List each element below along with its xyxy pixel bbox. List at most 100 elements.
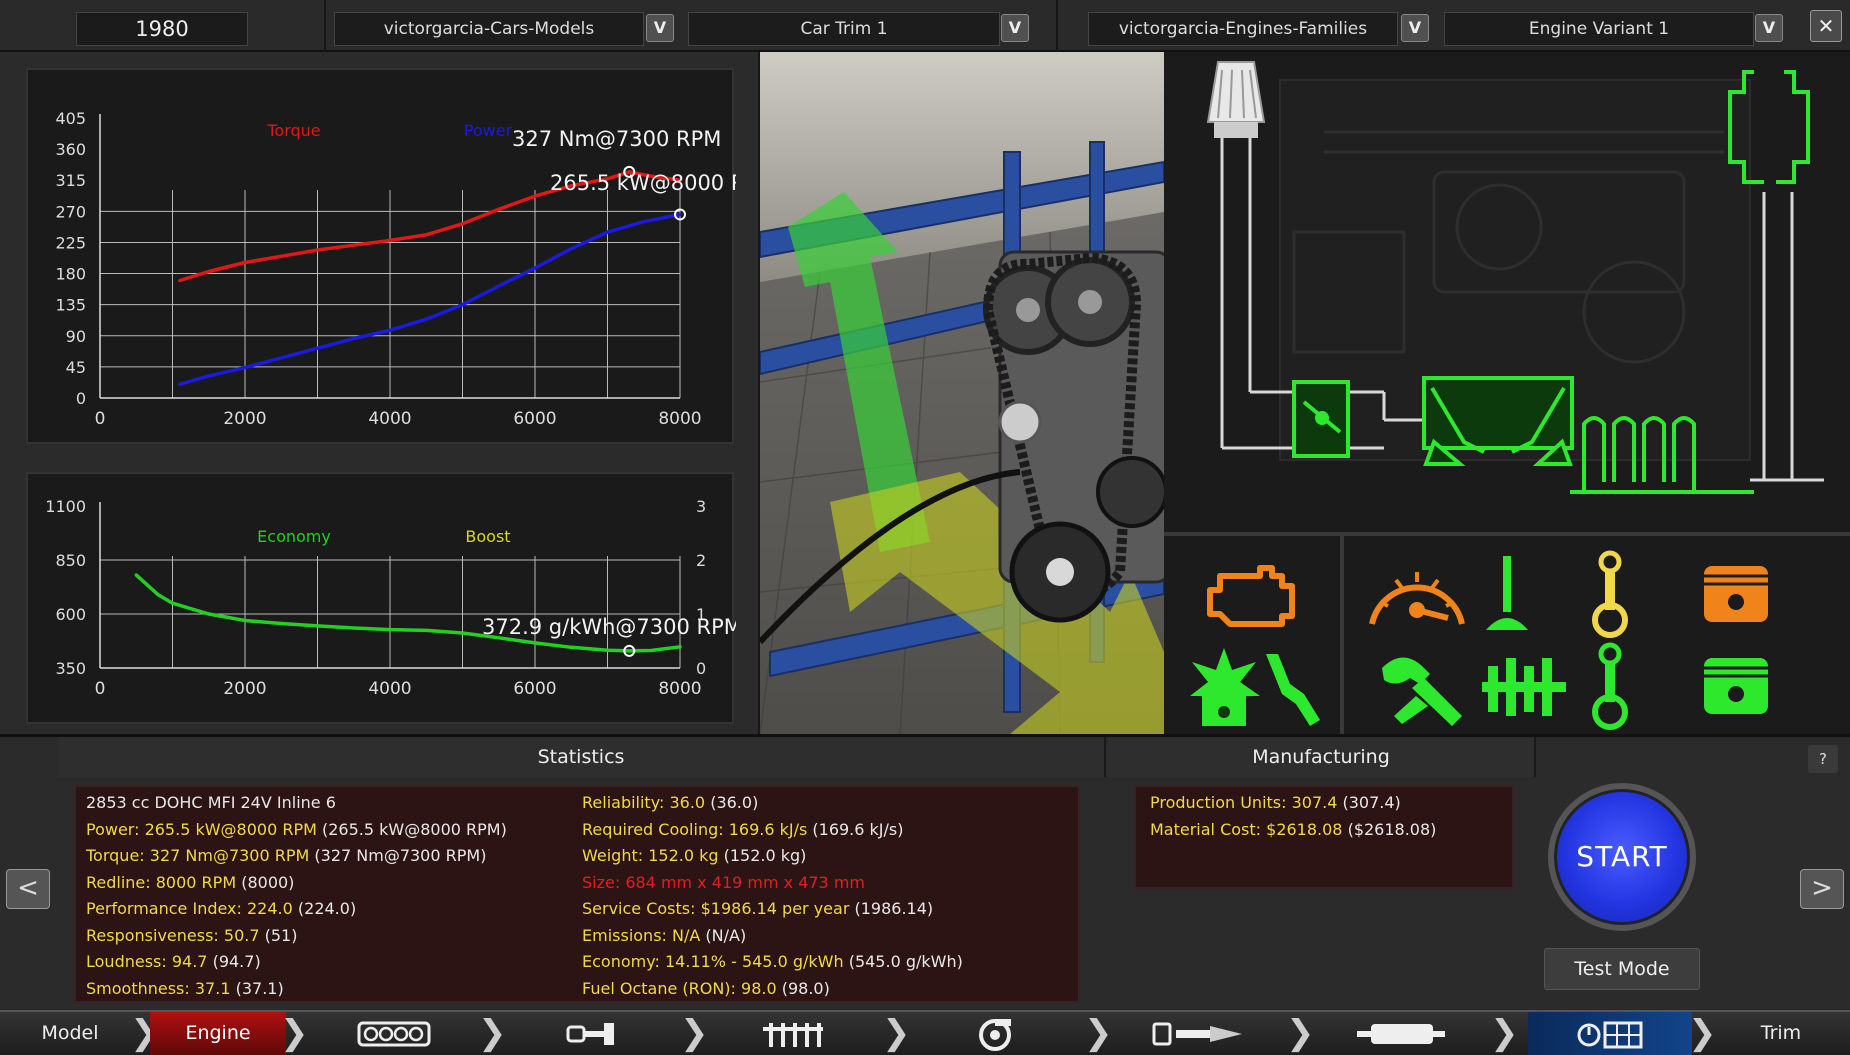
- air-filter-icon: [1206, 61, 1266, 138]
- manufacturing-row: Material Cost: $2618.08 ($2618.08): [1150, 820, 1436, 839]
- stat-right-previous-value: (152.0 kg): [718, 846, 807, 865]
- torque-power-chart: 0 2000 4000 6000 8000 0 45 90 135 180 225 270 315 360…: [26, 68, 736, 444]
- stat-left-previous-value: (224.0): [292, 899, 357, 918]
- cylinder-head-icon[interactable]: [1184, 646, 1264, 730]
- chevron-right-icon: ❯: [680, 1013, 709, 1053]
- stat-left-row: Smoothness: 37.1 (37.1): [86, 979, 284, 998]
- stat-right-previous-value: (545.0 g/kWh): [843, 952, 963, 971]
- nav-aspiration[interactable]: [922, 1012, 1068, 1055]
- tools-icon[interactable]: [1372, 648, 1468, 728]
- chevron-right-icon: ❯: [1084, 1013, 1113, 1053]
- x-tick-label: 0: [95, 679, 106, 699]
- stat-left-row: 2853 cc DOHC MFI 24V Inline 6: [86, 793, 336, 812]
- economy-boost-chart-svg: 0 2000 4000 6000 800035060085011000123Econom…: [45, 497, 736, 699]
- nav-exhaust[interactable]: [1326, 1012, 1476, 1055]
- y-tick-label: 180: [55, 265, 86, 284]
- y-tick-label: 600: [55, 605, 86, 624]
- engine-block-icon: [357, 1021, 431, 1047]
- stat-left-previous-value: (94.7): [207, 952, 261, 971]
- next-page-button[interactable]: >: [1800, 869, 1844, 909]
- manufacturing-row: Production Units: 307.4 (307.4): [1150, 793, 1401, 812]
- nav-bottom-end[interactable]: [520, 1012, 664, 1055]
- y2-tick-label: 2: [696, 551, 706, 570]
- engine-family-select[interactable]: victorgarcia-Engines-Families: [1088, 12, 1398, 46]
- chevron-right-icon: ❯: [1688, 1013, 1717, 1053]
- chevron-right-icon: ❯: [1286, 1013, 1315, 1053]
- legend-label: Torque: [266, 121, 320, 140]
- y-tick-label: 350: [55, 659, 86, 678]
- stat-left-row: Torque: 327 Nm@7300 RPM (327 Nm@7300 RPM…: [86, 846, 486, 865]
- crankshaft-icon: [566, 1023, 614, 1045]
- chevron-right-icon: ❯: [1490, 1013, 1519, 1053]
- car-trim-select[interactable]: Car Trim 1: [688, 12, 1000, 46]
- y-tick-label: 850: [55, 551, 86, 570]
- y-tick-label: 360: [55, 140, 86, 159]
- engine-variant-dropdown-button[interactable]: V: [1755, 14, 1783, 42]
- manufacturing-list: Production Units: 307.4 (307.4) Material …: [1134, 785, 1514, 889]
- designer-navigation: Model ❯ Engine ❯ ❯ ❯ ❯ ❯ ❯ ❯ ❯ Trim: [0, 1010, 1850, 1055]
- camshaft-icon[interactable]: [1478, 652, 1570, 724]
- statistics-header: Statistics: [58, 737, 1106, 777]
- legend-label: Boost: [465, 527, 510, 546]
- x-tick-label: 8000: [658, 409, 701, 429]
- stat-left-row: Redline: 8000 RPM (8000): [86, 873, 294, 892]
- stat-right-label: Size: 684 mm x 419 mm x 473 mm: [582, 872, 865, 892]
- x-tick-label: 8000: [658, 679, 701, 699]
- nav-model[interactable]: Model: [0, 1012, 140, 1055]
- x-tick-label: 2000: [223, 679, 266, 699]
- start-button[interactable]: START: [1548, 783, 1696, 931]
- stat-right-label: Weight: 152.0 kg: [582, 846, 719, 865]
- stat-right-label: Economy: 14.11% - 545.0 g/kWh: [582, 952, 844, 971]
- piston-icon[interactable]: [1698, 560, 1774, 630]
- stat-right-row: Size: 684 mm x 419 mm x 473 mm: [582, 873, 865, 892]
- stat-right-row: Fuel Octane (RON): 98.0 (98.0): [582, 979, 830, 998]
- peak-label: 265.5 kW@8000 RPM: [550, 171, 736, 195]
- stat-left-previous-value: (327 Nm@7300 RPM): [309, 846, 487, 865]
- exhaust-icon: [1357, 1024, 1445, 1044]
- piston-green-icon[interactable]: [1698, 652, 1774, 722]
- previous-page-button[interactable]: <: [6, 869, 50, 909]
- top-bar: 1980 victorgarcia-Cars-Models V Car Trim…: [0, 0, 1850, 52]
- fuel-injector-icon[interactable]: [1260, 648, 1330, 728]
- test-mode-button[interactable]: Test Mode: [1544, 948, 1700, 990]
- nav-engine[interactable]: Engine: [150, 1012, 286, 1055]
- engine-parts-panel: [1164, 532, 1850, 738]
- y-tick-label: 135: [55, 296, 86, 315]
- engine-family-dropdown-button[interactable]: V: [1401, 14, 1429, 42]
- nav-trim[interactable]: Trim: [1716, 1012, 1846, 1055]
- stat-right-row: Emissions: N/A (N/A): [582, 926, 746, 945]
- manufacturing-label: Production Units: 307.4: [1150, 793, 1338, 812]
- help-button[interactable]: ?: [1808, 745, 1838, 773]
- stat-left-row: Responsiveness: 50.7 (51): [86, 926, 297, 945]
- nav-test[interactable]: [1528, 1012, 1692, 1055]
- stat-left-previous-value: (51): [259, 925, 298, 945]
- connecting-rod-icon[interactable]: [1590, 550, 1630, 638]
- stat-left-label: Performance Index: 224.0: [86, 899, 293, 918]
- rod-icon[interactable]: [1590, 642, 1630, 730]
- y-tick-label: 225: [55, 233, 86, 252]
- y-tick-label: 315: [55, 171, 86, 190]
- chevron-right-icon: ❯: [478, 1013, 507, 1053]
- valve-icon[interactable]: [1482, 552, 1532, 636]
- stat-right-previous-value: (169.6 kJ/s): [807, 819, 904, 839]
- x-tick-label: 0: [95, 409, 106, 429]
- nav-fuel-system[interactable]: [1124, 1012, 1272, 1055]
- throttle-icon: [1292, 380, 1350, 458]
- engine-block-icon[interactable]: [1200, 556, 1300, 636]
- engine-3d-view[interactable]: [760, 52, 1164, 734]
- car-trim-dropdown-button[interactable]: V: [1001, 14, 1029, 42]
- stat-left-previous-value: (265.5 kW@8000 RPM): [316, 819, 507, 839]
- charts-panel: 0 2000 4000 6000 8000 0 45 90 135 180 225 270 315 360…: [0, 52, 758, 776]
- stat-left-previous-value: (37.1): [230, 978, 284, 998]
- statistics-list: 2853 cc DOHC MFI 24V Inline 6 Power: 265.…: [74, 785, 1080, 1003]
- economy-boost-chart: 0 2000 4000 6000 8000 350 600 850 1100 0 1 2 3 Econom…: [26, 472, 736, 724]
- car-model-select[interactable]: victorgarcia-Cars-Models: [334, 12, 644, 46]
- year-field[interactable]: 1980: [76, 12, 248, 46]
- stat-right-row: Weight: 152.0 kg (152.0 kg): [582, 846, 806, 865]
- gauge-icon[interactable]: [1364, 554, 1470, 634]
- engine-variant-select[interactable]: Engine Variant 1: [1444, 12, 1754, 46]
- close-button[interactable]: ✕: [1810, 10, 1842, 42]
- car-model-dropdown-button[interactable]: V: [646, 14, 674, 42]
- nav-top-end[interactable]: [720, 1012, 866, 1055]
- nav-block[interactable]: [320, 1012, 468, 1055]
